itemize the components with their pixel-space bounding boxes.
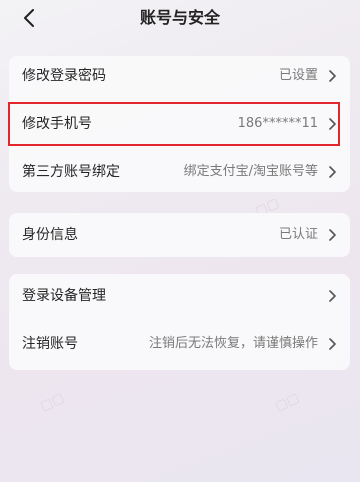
- chevron-right-icon: [329, 338, 336, 350]
- identity-info-row[interactable]: 身份信息 已认证: [9, 215, 350, 255]
- third-party-binding-row[interactable]: 第三方账号绑定 绑定支付宝/淘宝账号等: [9, 152, 350, 192]
- highlight-box: [8, 102, 340, 146]
- watermark: ▢▢: [272, 390, 302, 415]
- device-management-row[interactable]: 登录设备管理: [9, 276, 350, 316]
- deactivate-account-row[interactable]: 注销账号 注销后无法恢复，请谨慎操作: [9, 324, 350, 364]
- row-label: 注销账号: [22, 336, 78, 352]
- nav-bar: 账号与安全: [0, 0, 360, 36]
- row-label: 修改登录密码: [22, 68, 106, 84]
- change-password-row[interactable]: 修改登录密码 已设置: [9, 56, 350, 96]
- chevron-right-icon: [329, 290, 336, 302]
- row-label: 第三方账号绑定: [22, 164, 120, 180]
- row-value: 已设置: [278, 68, 318, 83]
- watermark: ▢▢: [37, 390, 67, 415]
- row-label: 身份信息: [22, 227, 78, 243]
- row-value: 已认证: [278, 227, 318, 242]
- row-value: 绑定支付宝/淘宝账号等: [183, 164, 318, 179]
- chevron-right-icon: [329, 166, 336, 178]
- page-title: 账号与安全: [139, 8, 220, 27]
- chevron-right-icon: [329, 229, 336, 241]
- row-label: 登录设备管理: [22, 288, 106, 304]
- identity-card: 身份信息 已认证: [9, 213, 350, 257]
- chevron-right-icon: [329, 70, 336, 82]
- device-card: 登录设备管理 注销账号 注销后无法恢复，请谨慎操作: [9, 274, 350, 370]
- row-value: 注销后无法恢复，请谨慎操作: [148, 336, 318, 351]
